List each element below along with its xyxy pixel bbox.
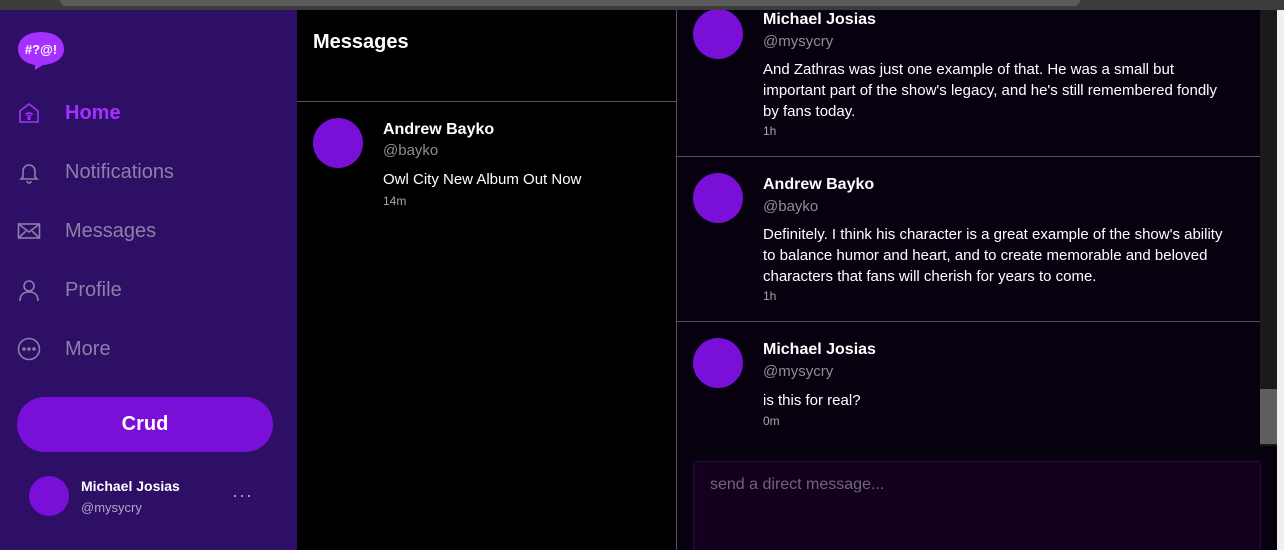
page-title: Messages — [313, 31, 409, 53]
message-time: 0m — [763, 414, 780, 428]
avatar — [29, 476, 69, 516]
sidebar: #?@! Home Notifications Messages Profile… — [0, 10, 297, 550]
message-time: 1h — [763, 124, 777, 138]
app-logo[interactable]: #?@! — [17, 30, 65, 70]
direct-message-input[interactable] — [693, 461, 1261, 550]
conversation-handle: @bayko — [383, 142, 439, 159]
page-scrollbar[interactable] — [1277, 10, 1284, 550]
message-time: 1h — [763, 289, 777, 303]
messages-panel: Messages Andrew Bayko @bayko Owl City Ne… — [297, 10, 677, 550]
user-icon — [17, 278, 41, 302]
conversation-preview: Owl City New Album Out Now — [383, 171, 582, 188]
more-circle-icon — [17, 337, 41, 361]
avatar — [693, 338, 743, 388]
conversation-time: 14m — [383, 194, 407, 208]
browser-address-bar — [60, 0, 1080, 6]
browser-top-strip — [0, 0, 1284, 10]
current-user-name: Michael Josias — [81, 478, 180, 494]
avatar — [313, 118, 363, 168]
scrollbar-thumb[interactable] — [1260, 389, 1277, 444]
message-handle: @mysycry — [763, 363, 834, 380]
nav-notifications[interactable]: Notifications — [17, 152, 277, 192]
current-user-card[interactable]: Michael Josias @mysycry ··· — [29, 475, 269, 520]
nav-home-label: Home — [65, 101, 121, 124]
message-handle: @mysycry — [763, 33, 834, 50]
speech-bubble-logo-icon: #?@! — [18, 32, 64, 70]
thread-scrollbar[interactable] — [1260, 10, 1277, 446]
message-handle: @bayko — [763, 198, 819, 215]
mail-icon — [17, 219, 41, 243]
avatar — [693, 10, 743, 59]
nav-more[interactable]: More — [17, 329, 277, 369]
current-user-handle: @mysycry — [81, 500, 142, 515]
message-item: Michael Josias @mysycry is this for real… — [677, 322, 1260, 446]
message-text: Definitely. I think his character is a g… — [763, 226, 1223, 285]
conversation-name: Andrew Bayko — [383, 121, 495, 138]
nav-profile-label: Profile — [65, 278, 122, 301]
logo-text: #?@! — [25, 42, 57, 57]
nav-home[interactable]: Home — [17, 93, 277, 133]
message-item: Michael Josias @mysycry And Zathras was … — [677, 10, 1260, 157]
nav-messages-label: Messages — [65, 219, 157, 242]
nav-notifications-label: Notifications — [65, 160, 174, 183]
avatar — [693, 173, 743, 223]
nav-more-label: More — [65, 337, 111, 360]
home-icon — [17, 101, 41, 125]
message-text: And Zathras was just one example of that… — [763, 61, 1218, 120]
bell-icon — [17, 160, 41, 184]
message-author: Michael Josias — [763, 11, 876, 28]
thread-panel: Michael Josias @mysycry And Zathras was … — [677, 10, 1284, 550]
user-menu-dots-icon[interactable]: ··· — [232, 485, 253, 506]
message-author: Michael Josias — [763, 341, 876, 358]
message-text: is this for real? — [763, 392, 861, 409]
conversation-item[interactable]: Andrew Bayko @bayko Owl City New Album O… — [313, 118, 663, 208]
nav-profile[interactable]: Profile — [17, 270, 277, 310]
divider — [297, 101, 677, 102]
message-item: Andrew Bayko @bayko Definitely. I think … — [677, 157, 1260, 322]
message-author: Andrew Bayko — [763, 176, 875, 193]
nav-messages[interactable]: Messages — [17, 211, 277, 251]
crud-button[interactable]: Crud — [17, 397, 273, 452]
